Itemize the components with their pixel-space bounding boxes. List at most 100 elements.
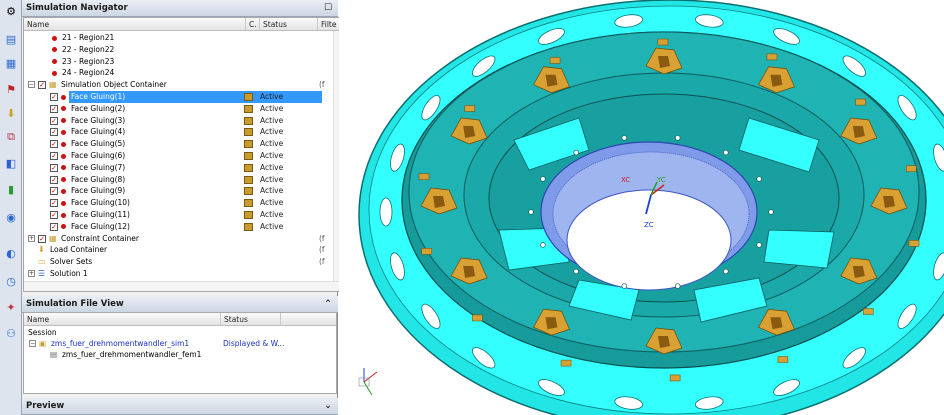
visibility-checkbox[interactable]: ✓ [50, 128, 58, 137]
tree-row[interactable]: 22 - Region22 [24, 44, 322, 56]
results-icon[interactable]: ▮ [2, 180, 20, 198]
constraint-icon[interactable]: ⚑ [2, 80, 20, 98]
tree-row[interactable]: 23 - Region23 [24, 56, 322, 68]
time-icon[interactable]: ◷ [2, 272, 20, 290]
column-c[interactable]: C. [246, 18, 260, 31]
row-status: Active [260, 221, 284, 231]
status-dot-icon [52, 35, 57, 41]
model-view[interactable]: XC YC ZC [339, 0, 944, 415]
visibility-checkbox[interactable]: ✓ [38, 234, 46, 243]
glue-tab [472, 314, 483, 322]
fem-file-row[interactable]: ▤ zms_fuer_drehmomentwandler_fem1 [24, 349, 336, 360]
tree-row-label: 24 - Region24 [62, 68, 115, 78]
visibility-checkbox[interactable]: ✓ [50, 175, 58, 184]
color-swatch [244, 199, 253, 208]
file-view-header[interactable]: Simulation File View ⌃ [22, 296, 338, 313]
tree-row[interactable]: ✓ Face Gluing(7) Active [24, 162, 322, 174]
tree-row[interactable]: + ☰ Solution 1 [24, 268, 322, 280]
tree-row[interactable]: ▭ Solver Sets (f [24, 256, 325, 268]
tree-row[interactable]: ✓ Face Gluing(2) Active [24, 103, 322, 115]
column-name[interactable]: Name [24, 18, 246, 31]
row-status: Active [260, 162, 284, 172]
tree-row[interactable]: ✓ Face Gluing(4) Active [24, 126, 322, 138]
maximize-icon[interactable]: ☐ [322, 2, 334, 14]
graphics-window[interactable]: XC YC ZC [339, 0, 944, 415]
tree-row-label: Face Gluing(2) [71, 103, 126, 113]
file-view-title: Simulation File View [26, 299, 124, 309]
tree-row[interactable]: 24 - Region24 [24, 67, 322, 79]
roles-icon[interactable]: ⚇ [2, 324, 20, 342]
container-icon: ▦ [49, 233, 57, 243]
navigator-hscrollbar[interactable] [24, 281, 342, 291]
container-icon: ▦ [49, 80, 57, 90]
sim-file-row[interactable]: − ▣ zms_fuer_drehmomentwandler_sim1 Disp… [24, 338, 336, 349]
tree-row[interactable]: ⬇ Load Container (f [24, 244, 325, 256]
visibility-checkbox[interactable]: ✓ [50, 140, 58, 149]
file-column-status[interactable]: Status [221, 313, 281, 326]
navigator-title: Simulation Navigator [26, 3, 128, 13]
expand-icon[interactable]: + [28, 234, 35, 242]
column-status[interactable]: Status [260, 18, 318, 31]
visibility-checkbox[interactable]: ✓ [50, 116, 58, 125]
glue-patch-shade [463, 126, 476, 138]
info-icon[interactable]: ◐ [2, 244, 20, 262]
status-dot-icon [61, 106, 66, 112]
tree-row[interactable]: ✓ Face Gluing(10) Active [24, 197, 322, 209]
glue-tab [908, 240, 920, 247]
preview-header[interactable]: Preview ⌄ [22, 398, 338, 415]
file-view-table[interactable]: Name Status Session − ▣ zms_fuer_drehmom… [23, 312, 337, 394]
tree-row-label: Face Gluing(5) [71, 139, 126, 149]
expand-icon[interactable]: − [28, 81, 35, 89]
file-column-name[interactable]: Name [24, 313, 221, 326]
part-nav-icon[interactable]: ▦ [2, 54, 20, 72]
status-dot-icon [61, 212, 66, 218]
tree-row[interactable]: ✓ Face Gluing(1) Active [24, 91, 322, 103]
visibility-checkbox[interactable]: ✓ [50, 93, 58, 101]
expand-icon[interactable]: + [28, 270, 35, 277]
visibility-checkbox[interactable]: ✓ [50, 222, 58, 231]
tree-row[interactable]: ✓ Face Gluing(9) Active [24, 185, 322, 197]
visibility-checkbox[interactable]: ✓ [38, 81, 46, 90]
chevron-up-icon[interactable]: ⌃ [322, 298, 334, 310]
solve-icon[interactable]: ◉ [2, 208, 20, 226]
visibility-checkbox[interactable]: ✓ [50, 199, 58, 208]
collapse-icon[interactable]: − [29, 340, 36, 347]
visibility-checkbox[interactable]: ✓ [50, 163, 58, 172]
tree-row[interactable]: ✓ Face Gluing(11) Active [24, 209, 322, 221]
chart-icon[interactable]: ◧ [2, 154, 20, 172]
bolt-hole [756, 176, 762, 182]
glue-patch-shade [852, 266, 865, 278]
visibility-checkbox[interactable]: ✓ [50, 211, 58, 219]
settings-icon[interactable]: ⚙ [2, 2, 20, 20]
sim-nav-icon[interactable]: ▤ [2, 30, 20, 48]
color-swatch [244, 187, 253, 196]
tree-row[interactable]: ✓ Face Gluing(5) Active [24, 138, 322, 150]
tree-row[interactable]: 21 - Region21 [24, 32, 322, 44]
glue-tab [862, 308, 874, 315]
bolt-hole [540, 242, 546, 248]
color-swatch [244, 163, 253, 172]
row-filter: (f [319, 80, 325, 90]
glue-patch-shade [658, 336, 670, 348]
tree-row-label: Face Gluing(9) [71, 186, 126, 196]
visibility-checkbox[interactable]: ✓ [50, 152, 58, 160]
visibility-checkbox[interactable]: ✓ [50, 187, 58, 196]
tree-row[interactable]: ✓ Face Gluing(6) Active [24, 150, 322, 162]
palette-icon[interactable]: ✦ [2, 298, 20, 316]
navigator-tree[interactable]: Name C. Status Filte 21 - Region21 22 - R… [23, 17, 343, 292]
axis-y-label: YC [656, 176, 666, 184]
session-row[interactable]: Session [24, 327, 336, 338]
visibility-checkbox[interactable]: ✓ [50, 104, 58, 113]
tree-row[interactable]: ✓ Face Gluing(12) Active [24, 221, 322, 233]
color-swatch [244, 128, 253, 137]
tree-row[interactable]: ✓ Face Gluing(3) Active [24, 115, 322, 127]
load-icon[interactable]: ⬇ [2, 104, 20, 122]
chevron-down-icon[interactable]: ⌄ [322, 400, 334, 412]
tree-row[interactable]: − ✓ ▦ Simulation Object Container (f [24, 79, 325, 91]
color-swatch [244, 222, 253, 231]
tree-row[interactable]: + ✓ ▦ Constraint Container (f [24, 233, 325, 245]
color-swatch [244, 104, 253, 113]
mesh-icon[interactable]: ⧉ [2, 128, 20, 146]
tree-row[interactable]: ✓ Face Gluing(8) Active [24, 174, 322, 186]
tree-row-label: Face Gluing(6) [71, 151, 126, 160]
